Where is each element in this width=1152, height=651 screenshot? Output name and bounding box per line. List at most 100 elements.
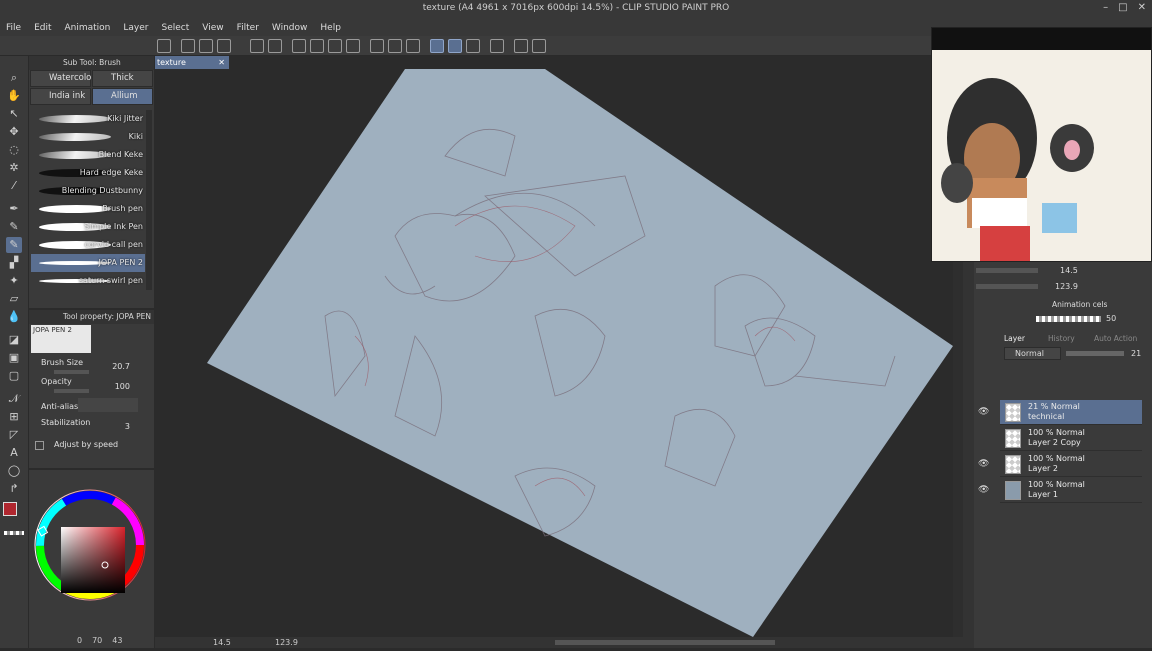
tab-history[interactable]: History <box>1048 334 1075 343</box>
snap-ruler-icon[interactable] <box>430 39 444 53</box>
menu-view[interactable]: View <box>202 23 223 33</box>
navigator-preview[interactable] <box>931 27 1152 262</box>
figure-icon[interactable]: ▢ <box>6 368 22 384</box>
vector-icon[interactable]: 𝒩 <box>6 391 22 407</box>
menu-layer[interactable]: Layer <box>123 23 148 33</box>
frame-icon[interactable]: ⊞ <box>6 409 22 425</box>
menu-window[interactable]: Window <box>272 23 308 33</box>
snap-grid-icon[interactable] <box>466 39 480 53</box>
brush-item[interactable]: Kiki Jitter <box>31 110 145 128</box>
busy-icon[interactable] <box>292 39 306 53</box>
eye-icon[interactable]: 👁 <box>978 407 990 419</box>
stabilization-value[interactable]: 3 <box>125 422 130 431</box>
lasso-icon[interactable]: ◌ <box>6 142 22 158</box>
brush-item[interactable]: saturn swirl pen <box>31 272 145 290</box>
new-file-icon[interactable] <box>181 39 195 53</box>
transparent-swatch[interactable] <box>4 531 24 535</box>
animation-cels-value[interactable]: 50 <box>1106 314 1116 323</box>
animation-cels-label[interactable]: Animation cels <box>1052 300 1107 309</box>
minimize-button[interactable]: – <box>1103 2 1108 13</box>
pencil-icon[interactable]: ✎ <box>6 219 22 235</box>
correct-line-icon[interactable]: ↱ <box>6 481 22 497</box>
layer-row[interactable]: 100 % Normal Layer 1 <box>1000 478 1142 503</box>
eye-icon[interactable]: 👁 <box>978 459 990 471</box>
brush-icon[interactable]: ✎ <box>6 237 22 253</box>
rotate-slider[interactable] <box>976 284 1038 289</box>
tab-india-ink[interactable]: India ink <box>30 88 91 105</box>
ruler-icon[interactable]: ◸ <box>6 427 22 443</box>
airbrush-icon[interactable]: ▞ <box>6 255 22 271</box>
save-icon[interactable] <box>217 39 231 53</box>
canvas-document[interactable] <box>155 56 963 637</box>
brush-size-value[interactable]: 20.7 <box>112 362 130 371</box>
brush-item[interactable]: Kiki <box>31 128 145 146</box>
canvas-horizontal-scrollbar[interactable] <box>555 640 775 645</box>
redo-icon[interactable] <box>268 39 282 53</box>
invert-selection-icon[interactable] <box>388 39 402 53</box>
tab-layer[interactable]: Layer <box>1004 334 1025 343</box>
tab-allium[interactable]: Allium <box>92 88 153 105</box>
help-icon[interactable] <box>514 39 528 53</box>
layer-opacity-value[interactable]: 21 <box>1131 349 1141 358</box>
opacity-slider[interactable] <box>54 389 89 393</box>
brush-item[interactable]: Simple Ink Pen <box>31 218 145 236</box>
onion-skin-slider[interactable] <box>1036 316 1101 322</box>
eraser-icon[interactable]: ▱ <box>6 291 22 307</box>
status-angle[interactable]: 123.9 <box>275 638 298 647</box>
blend-mode-select[interactable]: Normal <box>1004 347 1061 360</box>
maximize-button[interactable]: □ <box>1118 2 1127 13</box>
navigator-angle-value[interactable]: 123.9 <box>1055 282 1078 291</box>
clear-icon[interactable] <box>310 39 324 53</box>
layer-row[interactable]: 100 % Normal Layer 2 <box>1000 452 1142 477</box>
anti-aliasing-selector[interactable] <box>78 398 138 412</box>
operation-icon[interactable]: ↖ <box>6 106 22 122</box>
status-zoom[interactable]: 14.5 <box>213 638 231 647</box>
snap-special-ruler-icon[interactable] <box>448 39 462 53</box>
zoom-icon[interactable]: ⌕ <box>6 70 22 86</box>
transform-icon[interactable] <box>346 39 360 53</box>
move-icon[interactable]: ✥ <box>6 124 22 140</box>
open-file-icon[interactable] <box>199 39 213 53</box>
layer-opacity-slider[interactable] <box>1066 351 1124 356</box>
tab-auto-action[interactable]: Auto Action <box>1094 334 1137 343</box>
close-tab-icon[interactable]: ✕ <box>218 56 225 69</box>
main-color-swatch[interactable] <box>3 502 17 516</box>
menu-help[interactable]: Help <box>320 23 341 33</box>
brush-item[interactable]: Hard edge Keke <box>31 164 145 182</box>
balloon-icon[interactable]: ◯ <box>6 463 22 479</box>
show-selection-icon[interactable] <box>406 39 420 53</box>
blend-icon[interactable]: 💧 <box>6 309 22 325</box>
menu-select[interactable]: Select <box>161 23 189 33</box>
hand-icon[interactable]: ✋ <box>6 88 22 104</box>
brush-item[interactable]: Brush pen <box>31 200 145 218</box>
pen-icon[interactable]: ✒ <box>6 201 22 217</box>
magic-wand-icon[interactable]: ✲ <box>6 160 22 176</box>
fill-icon[interactable] <box>328 39 342 53</box>
menu-animation[interactable]: Animation <box>65 23 111 33</box>
zoom-slider[interactable] <box>976 268 1038 273</box>
canvas-area[interactable] <box>155 56 963 637</box>
undo-icon[interactable] <box>250 39 264 53</box>
brush-size-slider[interactable] <box>54 370 89 374</box>
deselect-icon[interactable] <box>370 39 384 53</box>
opacity-value[interactable]: 100 <box>115 382 130 391</box>
gradient-icon[interactable]: ▣ <box>6 350 22 366</box>
companion-icon[interactable] <box>532 39 546 53</box>
navigator-zoom-value[interactable]: 14.5 <box>1060 266 1078 275</box>
document-tab[interactable]: texture ✕ <box>155 56 229 69</box>
menu-file[interactable]: File <box>6 23 21 33</box>
brush-item-selected[interactable]: JOPA PEN 2 <box>31 254 145 272</box>
color-wheel[interactable] <box>29 470 154 648</box>
eyedropper-icon[interactable]: ⁄ <box>6 178 22 194</box>
text-icon[interactable]: A <box>6 445 22 461</box>
tab-thick-paint[interactable]: Thick paint <box>92 70 153 98</box>
adjust-by-speed-checkbox[interactable] <box>35 441 44 450</box>
settings-icon[interactable] <box>490 39 504 53</box>
layer-row[interactable]: 21 % Normal technical <box>1000 400 1142 425</box>
eye-icon[interactable]: 👁 <box>978 485 990 497</box>
fill-tool-icon[interactable]: ◪ <box>6 332 22 348</box>
decoration-icon[interactable]: ✦ <box>6 273 22 289</box>
layer-row[interactable]: 100 % Normal Layer 2 Copy <box>1000 426 1142 451</box>
brush-item[interactable]: Blending Dustbunny <box>31 182 145 200</box>
brush-item[interactable]: corvid call pen <box>31 236 145 254</box>
